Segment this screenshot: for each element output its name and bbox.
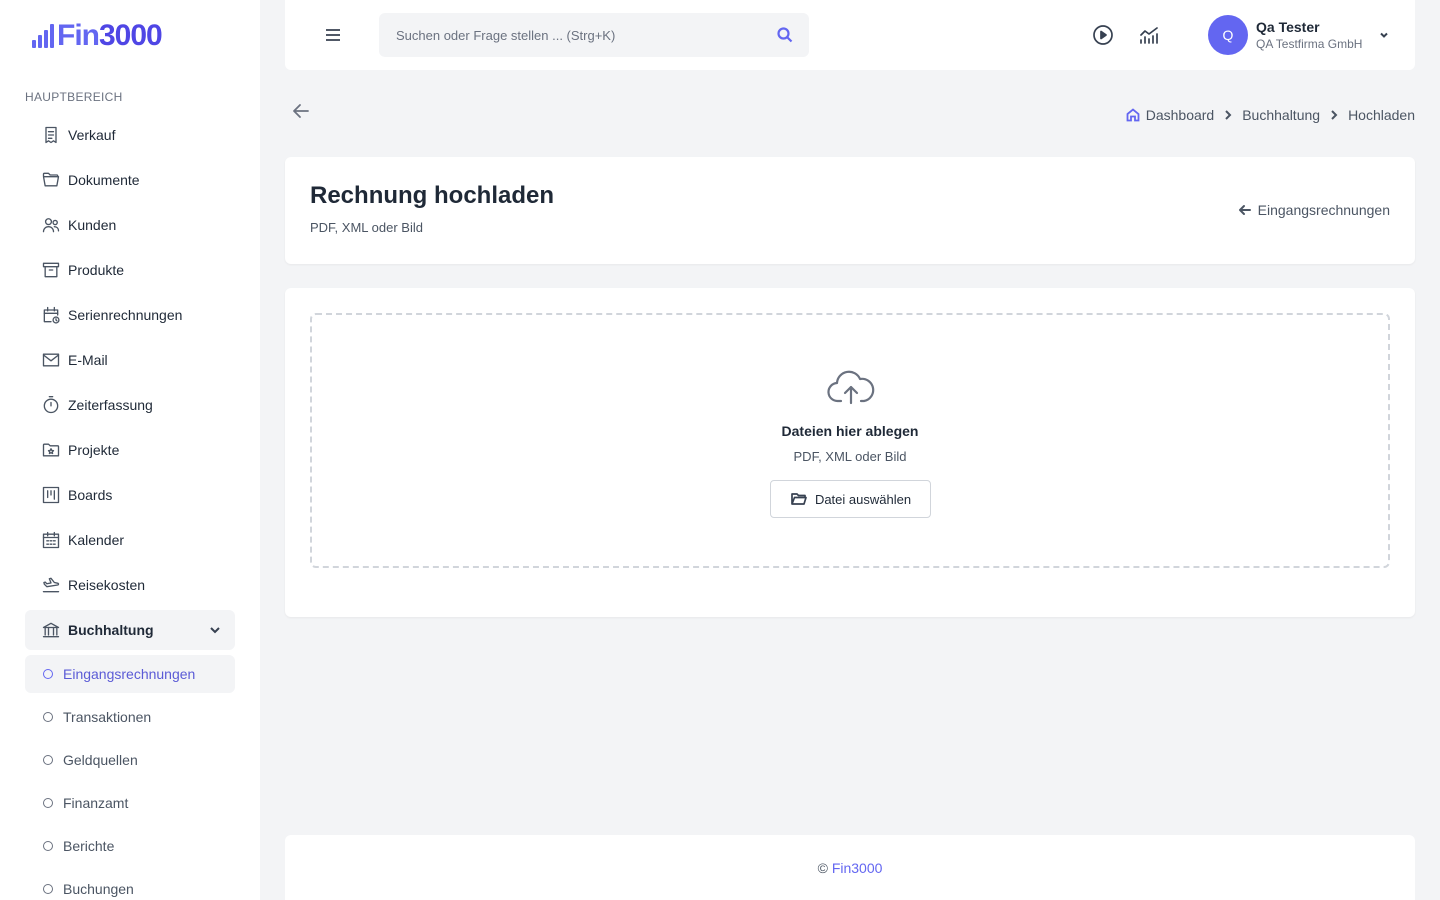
sidebar-item-label: Zeiterfassung [68, 397, 153, 413]
chart-trend-icon[interactable] [1137, 23, 1161, 47]
circle-icon [43, 712, 53, 722]
user-company: QA Testfirma GmbH [1256, 37, 1363, 51]
folder-icon [40, 169, 62, 191]
sidebar-item-projekte[interactable]: Projekte [25, 430, 235, 470]
avatar[interactable]: Q [1208, 15, 1248, 55]
circle-icon [43, 755, 53, 765]
sidebar-item-label: Dokumente [68, 172, 140, 188]
breadcrumb-dashboard[interactable]: Dashboard [1146, 107, 1215, 123]
footer-copyright: © Fin3000 [817, 860, 883, 876]
sidebar-item-zeiterfassung[interactable]: Zeiterfassung [25, 385, 235, 425]
file-dropzone[interactable]: Dateien hier ablegen PDF, XML oder Bild … [310, 313, 1390, 568]
circle-icon [43, 841, 53, 851]
sidebar-subitem-label: Berichte [63, 838, 115, 854]
stopwatch-icon [40, 394, 62, 416]
dropzone-subtitle: PDF, XML oder Bild [793, 449, 907, 464]
chevron-right-icon [1320, 108, 1348, 122]
sidebar-subitem-label: Transaktionen [63, 709, 152, 725]
logo-bars-icon [32, 24, 54, 48]
sidebar-item-kalender[interactable]: Kalender [25, 520, 235, 560]
sidebar-subitem-label: Geldquellen [63, 752, 138, 768]
sidebar-item-label: Projekte [68, 442, 120, 458]
plane-icon [40, 574, 62, 596]
sidebar-item-verkauf[interactable]: Verkauf [25, 115, 235, 155]
chevron-down-icon [207, 622, 223, 638]
archive-box-icon [40, 259, 62, 281]
sidebar-item-label: Reisekosten [68, 577, 146, 593]
sidebar-item-label: Kunden [68, 217, 117, 233]
folder-open-icon [791, 493, 807, 505]
sidebar-item-boards[interactable]: Boards [25, 475, 235, 515]
calendar-clock-icon [40, 304, 62, 326]
sidebar-item-label: Kalender [68, 532, 125, 548]
sidebar-subitem-geldquellen[interactable]: Geldquellen [25, 741, 235, 779]
brand-logo[interactable]: Fin3000 [32, 19, 163, 52]
menu-icon[interactable] [323, 25, 343, 45]
footer-brand-link[interactable]: Fin3000 [832, 860, 883, 876]
envelope-icon [40, 349, 62, 371]
back-arrow-icon[interactable] [290, 100, 312, 122]
sidebar-subitem-transaktionen[interactable]: Transaktionen [25, 698, 235, 736]
circle-icon [43, 884, 53, 894]
topbar: Q Qa Tester QA Testfirma GmbH [285, 0, 1415, 70]
choose-file-button[interactable]: Datei auswählen [770, 480, 931, 518]
sidebar-section-label: HAUPTBEREICH [25, 90, 123, 104]
page-subtitle: PDF, XML oder Bild [310, 220, 423, 235]
sidebar-subitem-label: Eingangsrechnungen [63, 666, 196, 682]
chevron-down-icon[interactable] [1378, 28, 1390, 40]
sidebar-item-serienrechnungen[interactable]: Serienrechnungen [25, 295, 235, 335]
sidebar: Fin3000 HAUPTBEREICH Verkauf Dokumente K… [0, 0, 260, 900]
arrow-left-icon [1238, 205, 1251, 215]
sidebar-subitem-buchungen[interactable]: Buchungen [25, 870, 235, 900]
sidebar-item-label: Produkte [68, 262, 125, 278]
upload-card: Dateien hier ablegen PDF, XML oder Bild … [285, 288, 1415, 617]
folder-star-icon [40, 439, 62, 461]
user-name[interactable]: Qa Tester [1256, 19, 1320, 35]
sidebar-item-email[interactable]: E-Mail [25, 340, 235, 380]
chevron-right-icon [1214, 108, 1242, 122]
back-to-eingangsrechnungen-link[interactable]: Eingangsrechnungen [1237, 202, 1390, 218]
circle-icon [43, 669, 53, 679]
sidebar-item-reisekosten[interactable]: Reisekosten [25, 565, 235, 605]
sidebar-item-label: Buchhaltung [68, 622, 154, 638]
breadcrumb-current: Hochladen [1348, 107, 1415, 123]
page-header-card: Rechnung hochladen PDF, XML oder Bild Ei… [285, 157, 1415, 264]
home-icon [1125, 107, 1146, 123]
sidebar-subitem-finanzamt[interactable]: Finanzamt [25, 784, 235, 822]
kanban-icon [40, 484, 62, 506]
users-icon [40, 214, 62, 236]
sidebar-item-label: E-Mail [68, 352, 108, 368]
sidebar-item-label: Verkauf [68, 127, 116, 143]
sidebar-item-kunden[interactable]: Kunden [25, 205, 235, 245]
sidebar-item-buchhaltung[interactable]: Buchhaltung [25, 610, 235, 650]
breadcrumb-buchhaltung[interactable]: Buchhaltung [1242, 107, 1320, 123]
sidebar-item-label: Serienrechnungen [68, 307, 183, 323]
sidebar-subitem-label: Finanzamt [63, 795, 129, 811]
bank-icon [40, 619, 62, 641]
dropzone-title: Dateien hier ablegen [781, 423, 919, 439]
sidebar-subitem-eingangsrechnungen[interactable]: Eingangsrechnungen [25, 655, 235, 693]
sidebar-item-produkte[interactable]: Produkte [25, 250, 235, 290]
search-bar[interactable] [379, 13, 809, 57]
breadcrumb: Dashboard Buchhaltung Hochladen [1125, 105, 1415, 125]
search-icon[interactable] [775, 25, 795, 45]
search-input[interactable] [396, 27, 756, 43]
cloud-upload-icon [827, 367, 875, 407]
receipt-icon [40, 124, 62, 146]
calendar-icon [40, 529, 62, 551]
page-title: Rechnung hochladen [310, 182, 555, 209]
sidebar-item-dokumente[interactable]: Dokumente [25, 160, 235, 200]
footer: © Fin3000 [285, 835, 1415, 900]
logo-text: Fin3000 [57, 19, 163, 52]
sidebar-subitem-label: Buchungen [63, 881, 134, 897]
circle-icon [43, 798, 53, 808]
sidebar-subitem-berichte[interactable]: Berichte [25, 827, 235, 865]
play-circle-icon[interactable] [1091, 23, 1115, 47]
sidebar-item-label: Boards [68, 487, 113, 503]
